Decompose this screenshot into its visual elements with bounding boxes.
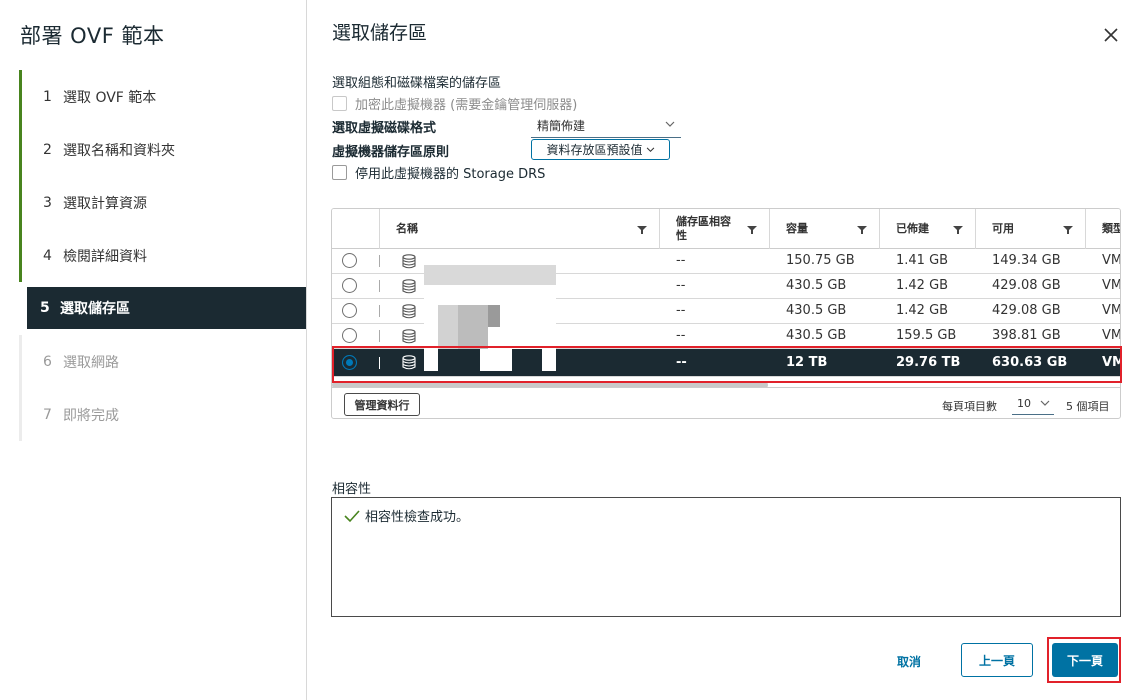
header-select-column [332,209,380,249]
wizard-sidebar: 部署 OVF 範本 1 選取 OVF 範本 2 選取名稱和資料夾 3 選取計算資源 4… [0,0,307,700]
per-page-label: 每頁項目數 [942,400,997,413]
header-capacity[interactable]: 容量 [770,209,880,249]
storage-subtitle: 選取組態和磁碟檔案的儲存區 [332,76,502,91]
filter-icon[interactable] [857,225,867,235]
disable-drs-checkbox[interactable] [332,165,347,180]
step-select-name-folder[interactable]: 2 選取名稱和資料夾 [19,123,306,176]
step-select-ovf[interactable]: 1 選取 OVF 範本 [19,70,306,123]
encrypt-vm-checkbox-row: 加密此虛擬機器 (需要金鑰管理伺服器) [332,94,577,113]
chevron-down-icon [646,146,654,152]
page-title: 選取儲存區 [332,22,428,44]
header-free[interactable]: 可用 [976,209,1086,249]
check-icon [344,509,360,522]
item-count: 5 個項目 [1066,400,1110,413]
step-ready-to-complete: 7 即將完成 [19,388,306,441]
wizard-title: 部署 OVF 範本 [20,24,165,48]
step-select-compute[interactable]: 3 選取計算資源 [19,176,306,229]
redacted-name [424,265,556,285]
next-button[interactable]: 下一頁 [1052,643,1118,677]
header-type[interactable]: 類型 [1086,209,1120,249]
cancel-button[interactable]: 取消 [879,644,939,678]
datastore-icon [402,254,416,269]
wizard-steps: 1 選取 OVF 範本 2 選取名稱和資料夾 3 選取計算資源 4 檢閱詳細資料 5 選取… [19,70,306,441]
row-radio[interactable] [342,278,357,293]
row-radio[interactable] [342,303,357,318]
grid-header: 名稱 儲存區相容性 容量 已佈建 可用 類 [332,209,1120,249]
datastore-icon [402,279,416,294]
encrypt-vm-checkbox [332,96,347,111]
grid-footer: 管理資料行 每頁項目數 10 5 個項目 [332,387,1120,418]
datastore-grid-body: 名稱 儲存區相容性 容量 已佈建 可用 類 -- 150.75 GB 1.41 … [332,209,1120,387]
row-radio[interactable] [342,328,357,343]
filter-icon[interactable] [1063,225,1073,235]
compat-box: 相容性檢查成功。 [331,497,1121,617]
manage-columns-button[interactable]: 管理資料行 [344,393,420,416]
per-page-select[interactable]: 10 [1012,393,1054,415]
step-select-network: 6 選取網路 [19,335,306,388]
chevron-down-icon [1040,400,1050,406]
header-storage-compat[interactable]: 儲存區相容性 [660,209,770,249]
row-radio[interactable] [342,253,357,268]
back-button[interactable]: 上一頁 [961,643,1033,677]
header-name[interactable]: 名稱 [380,209,660,249]
filter-icon[interactable] [637,225,647,235]
datastore-icon [402,304,416,319]
storage-policy-dropdown[interactable]: 資料存放區預設值 [531,139,670,160]
step-review-details[interactable]: 4 檢閱詳細資料 [19,229,306,282]
datastore-icon [402,355,416,370]
redacted-name [488,305,500,327]
disk-format-label: 選取虛擬磁碟格式 [332,121,437,136]
chevron-down-icon [665,121,675,127]
redacted-name [438,349,480,371]
datastore-icon [402,329,416,344]
disable-drs-checkbox-row[interactable]: 停用此虛擬機器的 Storage DRS [332,163,545,182]
redacted-name [512,349,542,371]
header-provisioned[interactable]: 已佈建 [880,209,976,249]
row-radio-selected[interactable] [342,355,357,370]
filter-icon[interactable] [747,225,757,235]
datastore-grid: 名稱 儲存區相容性 容量 已佈建 可用 類 -- 150.75 GB 1.41 … [331,208,1121,419]
redacted-name [438,305,458,349]
compat-message: 相容性檢查成功。 [344,506,469,525]
storage-policy-label: 虛擬機器儲存區原則 [332,145,450,160]
filter-icon[interactable] [953,225,963,235]
main-panel: 選取儲存區 選取組態和磁碟檔案的儲存區 加密此虛擬機器 (需要金鑰管理伺服器) … [307,0,1140,700]
compat-label: 相容性 [332,482,372,497]
disable-drs-label: 停用此虛擬機器的 Storage DRS [355,167,546,182]
step-select-storage[interactable]: 5 選取儲存區 [27,287,306,329]
redacted-name [458,305,488,349]
disk-format-select[interactable]: 精簡佈建 [531,114,681,138]
close-icon[interactable] [1102,26,1120,44]
encrypt-vm-label: 加密此虛擬機器 (需要金鑰管理伺服器) [355,98,578,113]
